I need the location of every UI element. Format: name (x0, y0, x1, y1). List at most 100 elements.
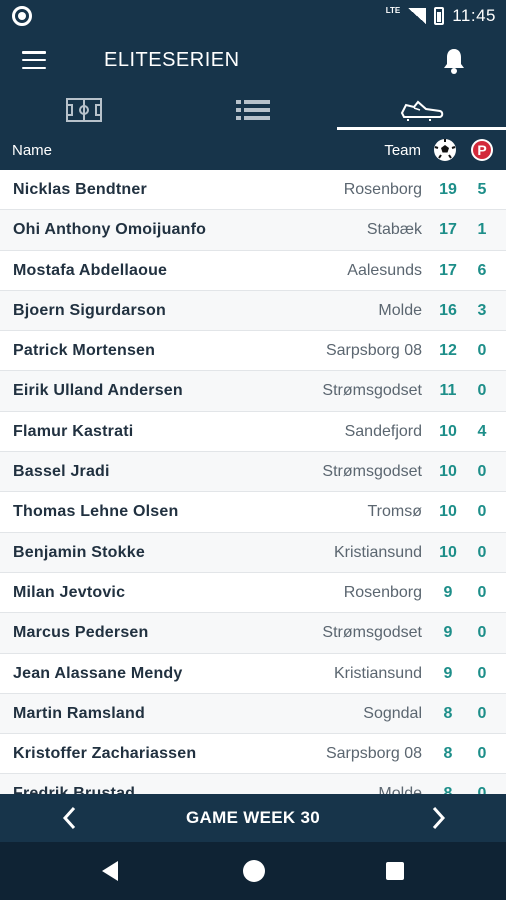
player-goals: 10 (439, 503, 457, 521)
player-goals: 19 (439, 181, 457, 198)
player-team: Rosenborg (343, 583, 422, 601)
player-goals: 12 (439, 342, 457, 360)
player-team: Stabæk (366, 221, 422, 239)
player-team: Rosenborg (343, 181, 422, 198)
player-goals: 11 (439, 382, 457, 400)
table-row[interactable]: Flamur Kastrati Sandefjord 10 4 (0, 411, 506, 453)
player-goals: 10 (439, 543, 457, 561)
table-row[interactable]: Martin Ramsland Sogndal 8 0 (0, 693, 506, 735)
player-name: Ohi Anthony Omoijuanfo (13, 221, 207, 239)
scorers-list[interactable]: Nicklas Bendtner Rosenborg 19 5 Ohi Anthony … (0, 170, 506, 794)
status-time: 11:45 (452, 6, 496, 25)
player-name: Jean Alassane Mendy (13, 664, 183, 682)
table-row[interactable]: Bassel Jradi Strømsgodset 10 0 (0, 452, 506, 493)
player-penalties: 0 (477, 463, 487, 481)
player-penalties: 5 (477, 181, 487, 198)
player-goals: 9 (443, 624, 453, 642)
player-name: Bjoern Sigurdarson (13, 301, 166, 319)
tab-bar (0, 90, 506, 130)
soccer-field-icon (66, 98, 103, 122)
player-team: Molde (378, 785, 422, 794)
player-name: Martin Ramsland (13, 704, 145, 722)
player-penalties: 0 (477, 543, 487, 561)
header-name: Name (12, 142, 53, 159)
player-goals: 9 (443, 664, 453, 682)
player-goals: 17 (439, 221, 457, 239)
table-row[interactable]: Mostafa Abdellaoue Aalesunds 17 6 (0, 250, 506, 291)
system-nav-bar (0, 842, 506, 900)
player-name: Nicklas Bendtner (13, 181, 147, 198)
player-name: Milan Jevtovic (13, 583, 126, 601)
status-icons: LTE 11:45 (386, 0, 496, 32)
player-team: Molde (378, 301, 422, 319)
home-icon[interactable] (243, 860, 265, 882)
recent-apps-icon[interactable] (386, 862, 404, 880)
player-penalties: 0 (477, 704, 487, 722)
penalty-icon: P (471, 139, 493, 161)
player-name: Fredrik Brustad (13, 785, 136, 794)
player-name: Mostafa Abdellaoue (13, 261, 168, 279)
notification-bell-icon[interactable] (442, 47, 466, 75)
tab-fixtures[interactable] (0, 90, 169, 130)
player-penalties: 0 (477, 785, 487, 794)
notification-icon (12, 6, 32, 26)
player-name: Eirik Ulland Andersen (13, 382, 183, 400)
player-team: Sogndal (363, 704, 422, 722)
player-goals: 8 (443, 704, 453, 722)
player-goals: 9 (443, 583, 453, 601)
battery-icon (434, 7, 445, 25)
table-row[interactable]: Nicklas Bendtner Rosenborg 19 5 (0, 170, 506, 211)
player-team: Sarpsborg 08 (325, 745, 422, 763)
soccer-ball-icon (434, 139, 456, 161)
player-goals: 10 (439, 422, 457, 440)
player-name: Patrick Mortensen (13, 342, 156, 360)
player-team: Strømsgodset (322, 382, 422, 400)
hamburger-menu-icon[interactable] (22, 51, 46, 69)
player-goals: 16 (439, 301, 457, 319)
back-icon[interactable] (100, 860, 120, 882)
player-goals: 10 (439, 463, 457, 481)
player-name: Flamur Kastrati (13, 422, 134, 440)
player-team: Sandefjord (344, 422, 422, 440)
player-team: Kristiansund (333, 664, 422, 682)
table-row[interactable]: Marcus Pedersen Strømsgodset 9 0 (0, 613, 506, 654)
player-penalties: 0 (477, 664, 487, 682)
svg-text:P: P (477, 142, 486, 158)
player-penalties: 4 (477, 422, 487, 440)
table-row[interactable]: Jean Alassane Mendy Kristiansund 9 0 (0, 653, 506, 694)
player-penalties: 0 (477, 745, 487, 763)
status-bar: LTE 11:45 (0, 0, 506, 32)
column-header: Name Team P (0, 130, 506, 170)
player-name: Kristoffer Zachariassen (13, 745, 197, 763)
player-goals: 8 (443, 785, 453, 794)
table-row[interactable]: Ohi Anthony Omoijuanfo Stabæk 17 1 (0, 210, 506, 251)
tab-top-scorers[interactable] (337, 90, 506, 130)
table-row[interactable]: Bjoern Sigurdarson Molde 16 3 (0, 290, 506, 332)
player-goals: 8 (443, 745, 453, 763)
player-penalties: 6 (477, 261, 487, 279)
network-type-label: LTE (385, 5, 401, 15)
player-team: Sarpsborg 08 (325, 342, 422, 360)
table-row[interactable]: Kristoffer Zachariassen Sarpsborg 08 8 0 (0, 734, 506, 775)
table-row[interactable]: Milan Jevtovic Rosenborg 9 0 (0, 572, 506, 614)
player-team: Tromsø (367, 503, 422, 521)
header-team: Team (384, 142, 421, 159)
player-name: Bassel Jradi (13, 463, 110, 481)
list-icon (236, 100, 270, 120)
player-name: Marcus Pedersen (13, 624, 149, 642)
tab-table[interactable] (169, 90, 338, 130)
table-row[interactable]: Benjamin Stokke Kristiansund 10 0 (0, 532, 506, 573)
player-team: Aalesunds (347, 261, 422, 279)
table-row[interactable]: Thomas Lehne Olsen Tromsø 10 0 (0, 492, 506, 533)
player-team: Kristiansund (333, 543, 422, 561)
game-week-bar: GAME WEEK 30 (0, 794, 506, 842)
chevron-right-icon[interactable] (428, 806, 448, 830)
table-row[interactable]: Eirik Ulland Andersen Strømsgodset 11 0 (0, 371, 506, 412)
table-row[interactable]: Fredrik Brustad Molde 8 0 (0, 774, 506, 794)
table-row[interactable]: Patrick Mortensen Sarpsborg 08 12 0 (0, 331, 506, 372)
player-team: Strømsgodset (322, 624, 422, 642)
player-penalties: 0 (477, 342, 487, 360)
player-name: Thomas Lehne Olsen (13, 503, 179, 521)
player-penalties: 0 (477, 382, 487, 400)
player-penalties: 3 (477, 301, 487, 319)
